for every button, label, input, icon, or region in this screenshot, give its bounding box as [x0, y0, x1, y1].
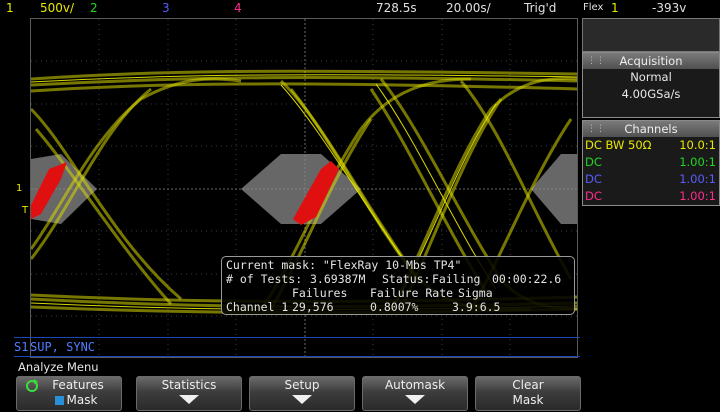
down-arrow-icon	[179, 395, 199, 404]
channel4-probe: 1.00:1	[679, 189, 716, 203]
channel2-number[interactable]: 2	[90, 0, 98, 16]
failures-header: Failures	[292, 286, 348, 300]
channel3-row[interactable]: DC 1.00:1	[583, 171, 719, 188]
serial-decode-row[interactable]: S1 SUP, SYNC	[14, 337, 580, 357]
channel3-probe: 1.00:1	[679, 172, 716, 186]
grip-icon: ⋮⋮	[587, 124, 605, 134]
channel1-number[interactable]: 1	[6, 0, 14, 16]
clear-sub: Mask	[512, 393, 544, 407]
trigger-source-label: Flex	[583, 2, 604, 13]
trigger-status: Trig'd	[524, 1, 557, 15]
menu-title: Analyze Menu	[18, 360, 99, 374]
channel3-coupling: DC	[585, 172, 602, 186]
statistics-softkey[interactable]: Statistics	[136, 376, 242, 411]
side-panel: ⋮⋮ Acquisition Normal 4.00GSa/s ⋮⋮ Chann…	[582, 16, 720, 356]
channels-panel[interactable]: ⋮⋮ Channels DC BW 50Ω 10.0:1 DC 1.00:1 D…	[582, 120, 720, 206]
down-arrow-icon	[405, 395, 425, 404]
elapsed-time: 00:00:22.6	[492, 272, 562, 286]
channel4-number[interactable]: 4	[234, 0, 242, 16]
channels-title: Channels	[624, 122, 678, 136]
status-value: Failing	[432, 272, 481, 286]
automask-softkey[interactable]: Automask	[362, 376, 468, 411]
channel3-number[interactable]: 3	[162, 0, 170, 16]
channel1-scale[interactable]: 500v/	[40, 0, 74, 16]
features-sub: Mask	[66, 393, 98, 407]
serial-bus-label: S1	[14, 340, 29, 354]
sigma-value: 3.9:6.5	[452, 300, 501, 314]
down-arrow-icon	[292, 395, 312, 404]
channel4-coupling: DC	[585, 189, 602, 203]
channel1-probe: 10.0:1	[679, 138, 716, 152]
setup-softkey[interactable]: Setup	[249, 376, 355, 411]
info-box-empty	[582, 18, 720, 52]
acquisition-title: Acquisition	[619, 54, 683, 68]
failure-rate-value: 0.8007%	[370, 300, 419, 314]
channel-row-label: Channel 1	[226, 300, 289, 314]
tests-value: 3.69387M	[310, 272, 366, 286]
channel1-row[interactable]: DC BW 50Ω 10.0:1	[583, 137, 719, 154]
sigma-header: Sigma	[458, 286, 493, 300]
automask-label: Automask	[384, 378, 446, 392]
channel2-row[interactable]: DC 1.00:1	[583, 154, 719, 171]
failures-value: 29,576	[292, 300, 334, 314]
channel2-coupling: DC	[585, 155, 602, 169]
checkbox-icon	[54, 396, 64, 405]
channel2-probe: 1.00:1	[679, 155, 716, 169]
softkey-bar: Features Mask Statistics Setup Automask …	[16, 376, 602, 412]
setup-label: Setup	[284, 378, 320, 392]
time-scale[interactable]: 20.00s/	[446, 0, 491, 16]
grip-icon: ⋮⋮	[587, 56, 605, 66]
serial-decode-text: SUP, SYNC	[30, 340, 96, 354]
cycle-icon	[26, 379, 38, 392]
channel4-row[interactable]: DC 1.00:1	[583, 188, 719, 205]
current-mask-label: Current mask: "FlexRay 10-Mbs TP4"	[226, 258, 462, 272]
tests-label: # of Tests:	[226, 272, 303, 286]
status-label: Status:	[382, 272, 431, 286]
sample-rate: 4.00GSa/s	[621, 87, 681, 101]
trigger-channel: 1	[611, 1, 619, 15]
channel1-coupling: DC BW 50Ω	[585, 138, 652, 152]
trigger-level-marker[interactable]: T	[22, 205, 28, 216]
features-softkey[interactable]: Features Mask	[16, 376, 122, 411]
mask-statistics-panel: Current mask: "FlexRay 10-Mbs TP4" # of …	[221, 256, 575, 315]
time-reference[interactable]: 728.5s	[376, 0, 417, 16]
channel1-ground-marker[interactable]: 1	[16, 183, 22, 194]
acquisition-panel[interactable]: ⋮⋮ Acquisition Normal 4.00GSa/s	[582, 52, 720, 118]
clear-label: Clear	[512, 378, 544, 392]
statistics-label: Statistics	[161, 378, 217, 392]
status-bar: 1 500v/ 2 3 4 728.5s 20.00s/ Trig'd Flex…	[0, 0, 720, 16]
clear-mask-softkey[interactable]: Clear Mask	[475, 376, 581, 411]
failure-rate-header: Failure Rate	[370, 286, 454, 300]
trigger-level[interactable]: -393v	[652, 0, 686, 16]
acquisition-mode: Normal	[630, 70, 672, 84]
